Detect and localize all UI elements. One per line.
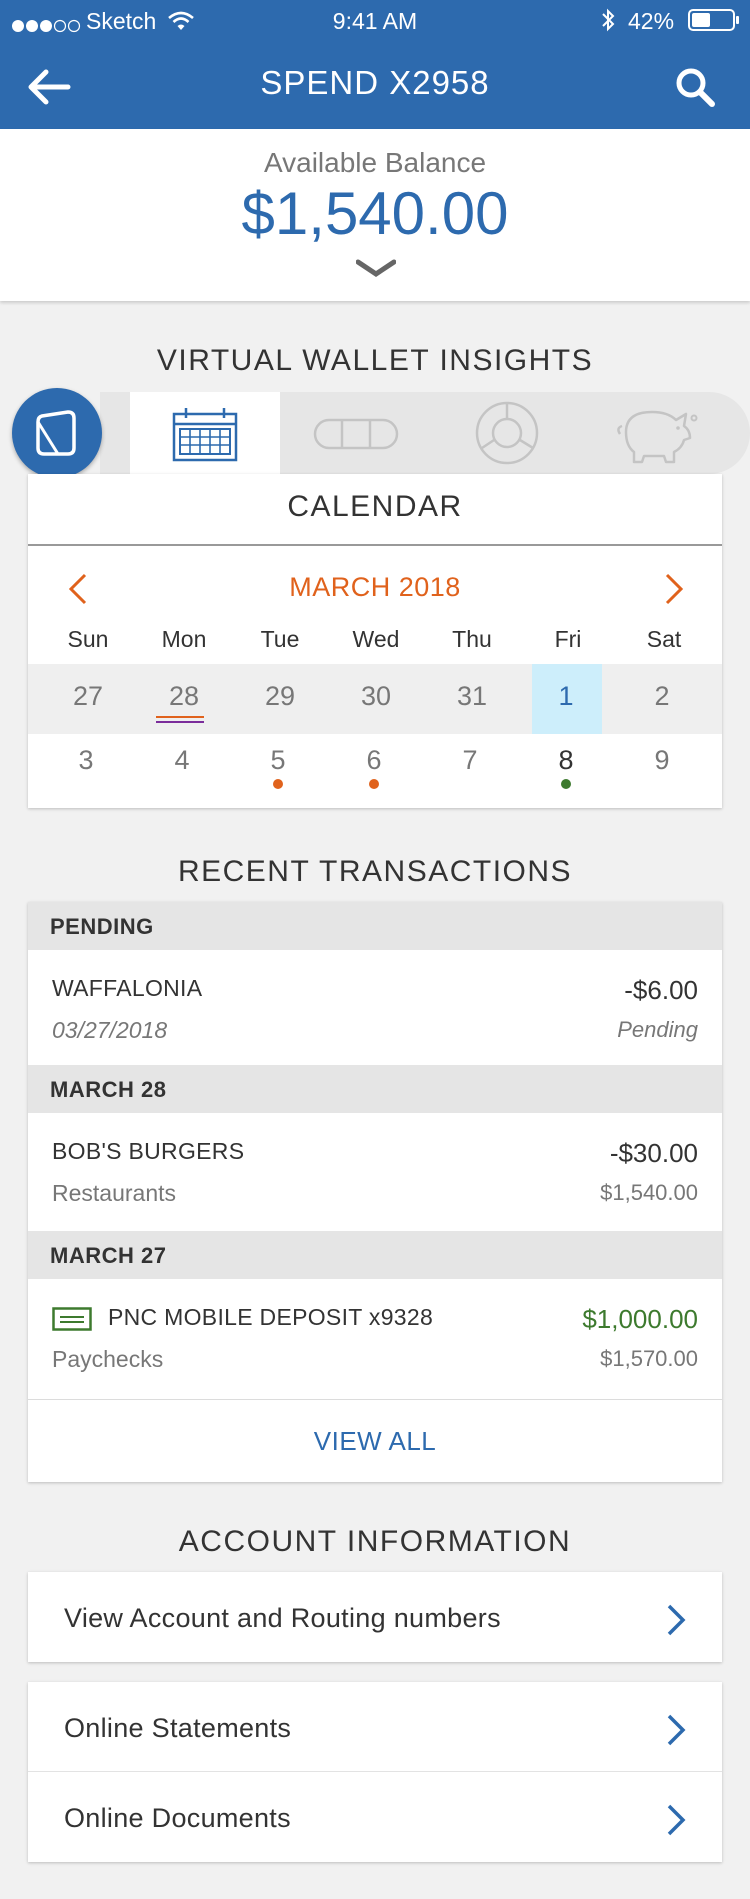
weekday-tue: Tue [260,626,300,652]
calendar-day[interactable]: 4 [134,745,230,776]
expand-chevron-icon[interactable] [355,259,397,284]
transaction-status: Pending [617,1017,698,1042]
insights-title: VIRTUAL WALLET INSIGHTS [156,344,594,377]
tab-spending-chart[interactable] [474,400,540,466]
balance-amount: $1,540.00 [241,180,509,247]
weekday-mon: Mon [161,626,207,652]
date-marker-orange [156,716,204,718]
transactions-title: RECENT TRANSACTIONS [177,855,573,888]
calendar-day[interactable]: 2 [614,681,710,712]
chevron-right-icon [665,573,684,605]
wallet-button[interactable] [12,388,102,478]
bluetooth-icon [600,8,616,37]
group-header: MARCH 28 [28,1065,722,1113]
chart-icon [475,401,539,465]
transaction-amount: -$30.00 [609,1138,698,1168]
calendar-day[interactable]: 28 [136,681,232,712]
piggy-bank-icon [617,410,698,464]
calendar-day[interactable]: 27 [40,681,136,712]
tab-bills[interactable] [312,412,400,456]
search-button[interactable] [674,66,716,108]
weekday-fri: Fri [554,626,582,652]
transaction-date: 03/27/2018 [52,1017,168,1043]
next-month-button[interactable] [664,572,684,611]
calendar-day[interactable]: 31 [424,681,520,712]
transaction-amount: -$6.00 [624,975,698,1005]
calendar-day[interactable]: 9 [614,745,710,776]
calendar-day[interactable]: 8 [518,745,614,776]
calendar-day[interactable]: 5 [230,745,326,776]
event-dot [561,779,571,789]
event-dot [369,779,379,789]
check-deposit-icon [52,1307,92,1331]
wallet-icon [36,410,76,456]
balance-label: Available Balance [263,147,487,178]
calendar-day[interactable]: 7 [422,745,518,776]
weekday-wed: Wed [352,626,400,652]
tab-calendar[interactable] [130,392,280,474]
view-all-button[interactable]: VIEW ALL [28,1400,722,1482]
calendar-day[interactable]: 3 [38,745,134,776]
weekday-sun: Sun [67,626,109,652]
transaction-name: PNC MOBILE DEPOSIT x9328 [108,1304,434,1330]
bills-icon [313,418,399,450]
calendar-day-today[interactable]: 1 [518,681,614,712]
transaction-row[interactable] [28,1113,722,1231]
row-label: Online Documents [64,1803,291,1833]
calendar-day[interactable]: 29 [232,681,328,712]
weekday-sat: Sat [646,626,682,652]
account-info-title: ACCOUNT INFORMATION [178,1525,572,1558]
group-header: PENDING [28,902,722,950]
transaction-row[interactable] [28,950,722,1065]
transaction-category: Restaurants [52,1180,177,1206]
calendar-title: CALENDAR [287,490,463,523]
transaction-name: WAFFALONIA [52,975,203,1001]
battery-icon [688,9,740,36]
transaction-name: BOB'S BURGERS [52,1138,245,1164]
search-icon [676,68,715,107]
chevron-right-icon [667,1714,686,1746]
divider [28,544,722,546]
row-label: View Account and Routing numbers [64,1603,501,1633]
tab-savings[interactable] [614,398,700,466]
chevron-right-icon [667,1604,686,1636]
chevron-right-icon [667,1804,686,1836]
event-dot [273,779,283,789]
page-title: SPEND X2958 [260,64,490,101]
transaction-category: Paychecks [52,1346,164,1372]
weekday-thu: Thu [452,626,492,652]
calendar-day[interactable]: 6 [326,745,422,776]
calendar-day[interactable]: 30 [328,681,424,712]
transaction-row[interactable] [28,1279,722,1399]
month-label: MARCH 2018 [289,572,461,602]
transaction-amount: $1,000.00 [582,1304,698,1334]
group-header: MARCH 27 [28,1231,722,1279]
date-marker-purple [156,721,204,723]
row-label: Online Statements [64,1713,292,1743]
top-bar: Sketch 9:41 AM 42% SPEND X2958 [0,0,750,129]
battery-percent: 42% [628,8,675,34]
balance-panel[interactable]: Available Balance $1,540.00 [0,129,750,301]
calendar-icon [172,408,238,462]
running-balance: $1,540.00 [600,1180,698,1205]
running-balance: $1,570.00 [600,1346,698,1371]
